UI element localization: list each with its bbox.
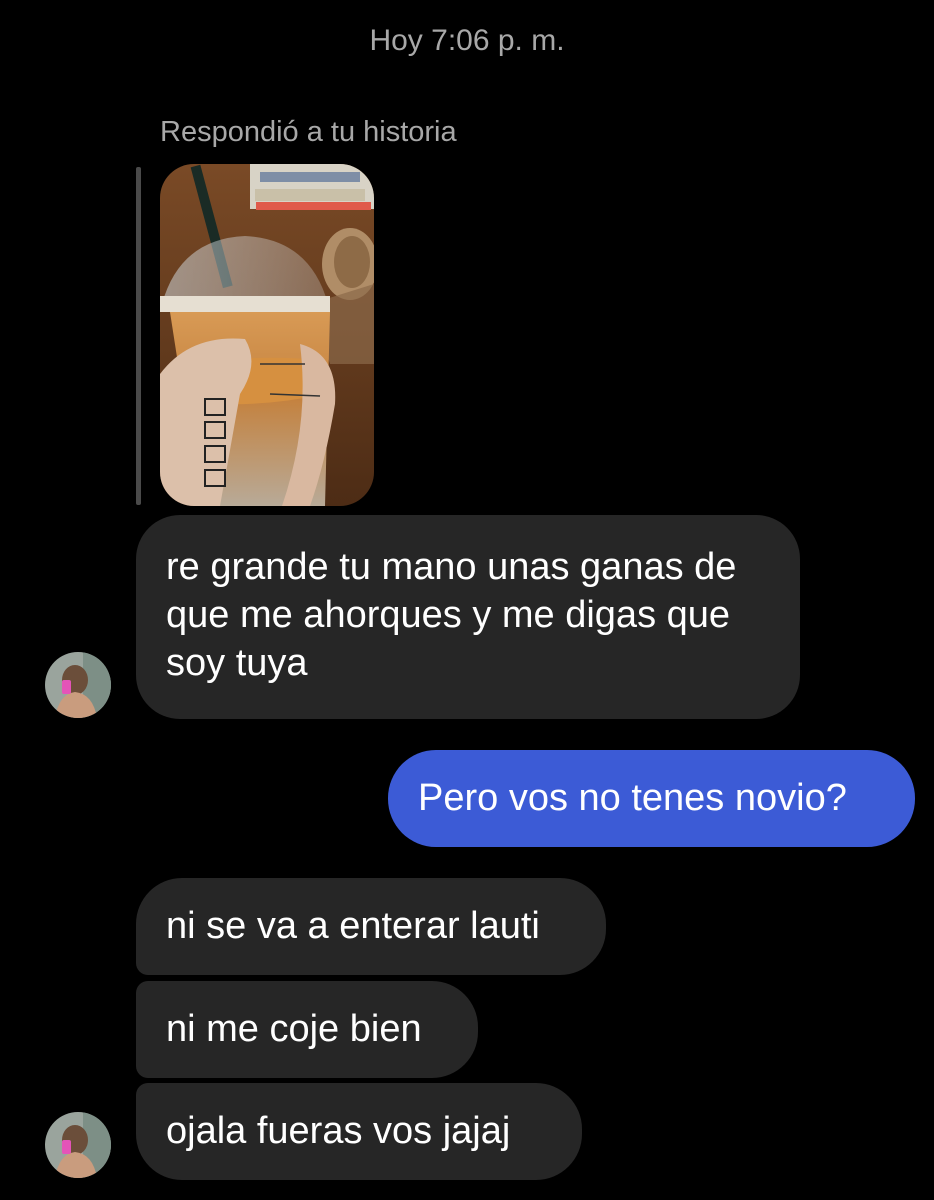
contact-avatar[interactable]	[45, 1112, 111, 1178]
incoming-message-bubble[interactable]: re grande tu mano unas ganas de que me a…	[136, 515, 800, 719]
outgoing-message-bubble[interactable]: Pero vos no tenes novio?	[388, 750, 915, 847]
incoming-message-bubble[interactable]: ojala fueras vos jajaj	[136, 1083, 582, 1180]
incoming-message-bubble[interactable]: ni se va a enterar lauti	[136, 878, 606, 975]
story-reply-label: Respondió a tu historia	[160, 116, 457, 148]
story-reply-bar	[136, 167, 141, 505]
avatar-image	[45, 1112, 111, 1178]
message-timestamp: Hoy 7:06 p. m.	[369, 24, 565, 57]
avatar-image	[45, 652, 111, 718]
incoming-message-bubble[interactable]: ni me coje bien	[136, 981, 478, 1078]
contact-avatar[interactable]	[45, 652, 111, 718]
story-image	[160, 164, 374, 506]
story-thumbnail[interactable]	[160, 164, 374, 506]
